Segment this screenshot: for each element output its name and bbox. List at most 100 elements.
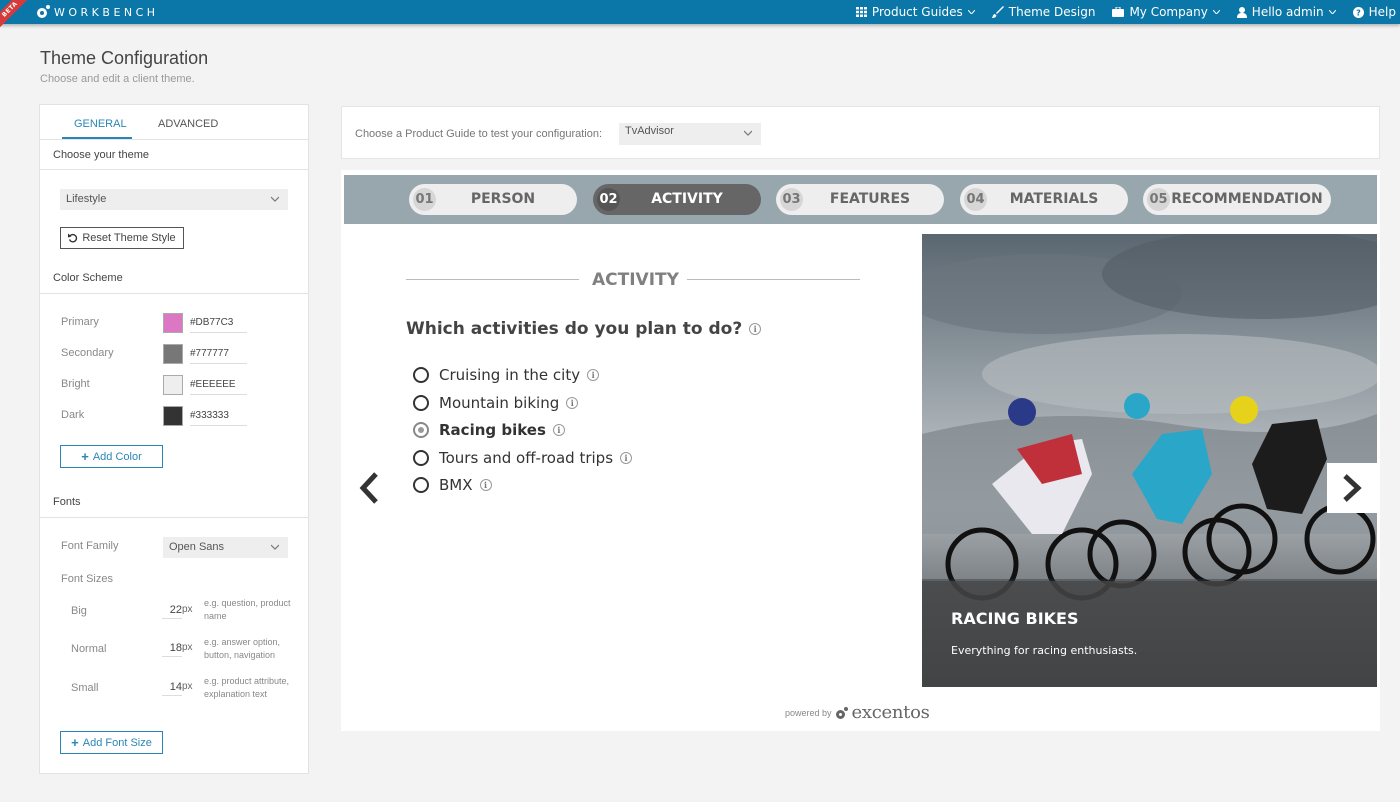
nav-product-guides[interactable]: Product Guides bbox=[855, 5, 975, 19]
theme-select-value: Lifestyle bbox=[66, 193, 107, 205]
section-heading: ACTIVITY bbox=[592, 270, 679, 290]
add-color-button[interactable]: + Add Color bbox=[60, 445, 163, 468]
font-sizes-label: Font Sizes bbox=[61, 573, 113, 585]
step-label: RECOMMENDATION bbox=[1171, 191, 1323, 207]
answer-option[interactable]: Mountain biking i bbox=[413, 394, 579, 412]
next-button[interactable] bbox=[1327, 463, 1377, 513]
powered-by-footer: powered by excentos bbox=[785, 702, 930, 723]
question-label: Which activities do you plan to do? bbox=[406, 319, 743, 339]
caption-subtitle: Everything for racing enthusiasts. bbox=[951, 644, 1138, 657]
chevron-down-icon bbox=[967, 10, 975, 14]
nav-user-menu[interactable]: Hello admin bbox=[1236, 5, 1336, 19]
answer-option[interactable]: Tours and off-road trips i bbox=[413, 449, 633, 467]
chevron-down-icon bbox=[271, 196, 279, 202]
color-label: Secondary bbox=[61, 347, 114, 359]
add-color-label: Add Color bbox=[92, 450, 142, 463]
answer-option-selected[interactable]: Racing bikes i bbox=[413, 421, 565, 439]
chevron-down-icon bbox=[271, 544, 279, 550]
tab-general[interactable]: GENERAL bbox=[74, 118, 127, 130]
briefcase-icon bbox=[1112, 7, 1125, 17]
product-guide-label: Choose a Product Guide to test your conf… bbox=[355, 128, 603, 140]
font-size-label: Normal bbox=[71, 643, 107, 655]
color-swatch[interactable] bbox=[163, 313, 183, 333]
info-icon[interactable]: i bbox=[479, 479, 492, 491]
step-label: ACTIVITY bbox=[651, 191, 723, 207]
font-size-input[interactable]: 22 bbox=[162, 603, 182, 619]
choose-theme-heading: Choose your theme bbox=[40, 141, 308, 170]
font-size-label: Small bbox=[71, 682, 99, 694]
user-icon bbox=[1236, 6, 1247, 18]
font-family-select[interactable]: Open Sans bbox=[163, 537, 288, 558]
page-subtitle: Choose and edit a client theme. bbox=[40, 73, 195, 85]
theme-select[interactable]: Lifestyle bbox=[60, 189, 288, 210]
step-label: FEATURES bbox=[829, 191, 911, 207]
add-font-size-label: Add Font Size bbox=[82, 736, 152, 749]
nav-help[interactable]: ? Help bbox=[1352, 5, 1396, 19]
color-swatch[interactable] bbox=[163, 406, 183, 426]
reset-theme-style-button[interactable]: Reset Theme Style bbox=[60, 227, 184, 249]
step-features[interactable]: 03 FEATURES bbox=[776, 184, 944, 215]
product-guide-selector-bar: Choose a Product Guide to test your conf… bbox=[341, 106, 1380, 159]
unit-label: px bbox=[182, 681, 193, 692]
color-swatch[interactable] bbox=[163, 375, 183, 395]
color-hex-input[interactable]: #333333 bbox=[190, 406, 247, 426]
font-size-hint: e.g. answer option, button, navigation bbox=[204, 637, 281, 660]
answer-option[interactable]: BMX i bbox=[413, 476, 492, 494]
beta-ribbon: BETA bbox=[0, 0, 32, 32]
radio-button-selected[interactable] bbox=[413, 422, 429, 438]
color-label: Bright bbox=[61, 378, 90, 390]
font-size-hint: e.g. product attribute, explanation text bbox=[204, 676, 290, 699]
step-activity[interactable]: 02 ACTIVITY bbox=[593, 184, 761, 215]
plus-icon: + bbox=[71, 735, 79, 750]
nav-help-label: Help bbox=[1368, 5, 1396, 19]
undo-icon bbox=[68, 233, 78, 243]
answer-option[interactable]: Cruising in the city i bbox=[413, 366, 600, 384]
step-navigation: 01 PERSON 02 ACTIVITY 03 FEATURES 04 MAT… bbox=[344, 175, 1377, 224]
color-label: Dark bbox=[61, 409, 85, 421]
radio-button[interactable] bbox=[413, 450, 429, 466]
add-font-size-button[interactable]: + Add Font Size bbox=[60, 731, 163, 754]
unit-label: px bbox=[182, 642, 193, 653]
radio-button[interactable] bbox=[413, 477, 429, 493]
top-navbar: BETA WORKBENCH Product Guides Theme Desi… bbox=[0, 0, 1400, 32]
nav-my-company[interactable]: My Company bbox=[1112, 5, 1220, 19]
color-scheme-heading: Color Scheme bbox=[40, 264, 308, 294]
info-icon[interactable]: i bbox=[552, 424, 565, 436]
answer-option-label: Cruising in the city bbox=[439, 366, 581, 384]
info-icon[interactable]: i bbox=[620, 452, 633, 464]
page-title: Theme Configuration bbox=[40, 48, 209, 68]
step-recommendation[interactable]: 05 RECOMMENDATION bbox=[1143, 184, 1331, 215]
excentos-brand: excentos bbox=[851, 702, 930, 723]
color-swatch[interactable] bbox=[163, 344, 183, 364]
heading-divider-right bbox=[687, 279, 860, 280]
chevron-down-icon bbox=[744, 130, 752, 136]
top-nav-menu: Product Guides Theme Design My Company H… bbox=[855, 0, 1400, 24]
color-hex-input[interactable]: #777777 bbox=[190, 344, 247, 364]
answer-option-label: Racing bikes bbox=[439, 421, 546, 439]
grid-icon bbox=[855, 7, 867, 17]
info-icon[interactable]: i bbox=[749, 323, 762, 335]
caption-title: RACING BIKES bbox=[951, 609, 1079, 628]
font-size-input[interactable]: 18 bbox=[162, 641, 182, 657]
fonts-heading: Fonts bbox=[40, 488, 308, 518]
info-icon[interactable]: i bbox=[587, 369, 600, 381]
previous-arrow-icon[interactable] bbox=[358, 471, 380, 505]
step-materials[interactable]: 04 MATERIALS bbox=[960, 184, 1128, 215]
step-person[interactable]: 01 PERSON bbox=[409, 184, 577, 215]
color-hex-input[interactable]: #DB77C3 bbox=[190, 313, 247, 333]
plus-icon: + bbox=[81, 449, 89, 464]
font-size-input[interactable]: 14 bbox=[162, 680, 182, 696]
color-hex-input[interactable]: #EEEEEE bbox=[190, 375, 247, 395]
radio-button[interactable] bbox=[413, 395, 429, 411]
radio-button[interactable] bbox=[413, 367, 429, 383]
product-guide-select[interactable]: TvAdvisor bbox=[619, 123, 761, 145]
info-icon[interactable]: i bbox=[566, 397, 579, 409]
powered-by-text: powered by bbox=[785, 707, 832, 718]
nav-theme-design[interactable]: Theme Design bbox=[991, 5, 1095, 19]
active-tab-indicator bbox=[62, 137, 132, 139]
nav-my-company-label: My Company bbox=[1129, 5, 1208, 19]
tab-advanced[interactable]: ADVANCED bbox=[158, 118, 218, 130]
excentos-logo-icon bbox=[835, 706, 848, 719]
settings-tabs: GENERAL ADVANCED bbox=[40, 105, 308, 140]
workbench-logo[interactable]: WORKBENCH bbox=[36, 4, 159, 20]
